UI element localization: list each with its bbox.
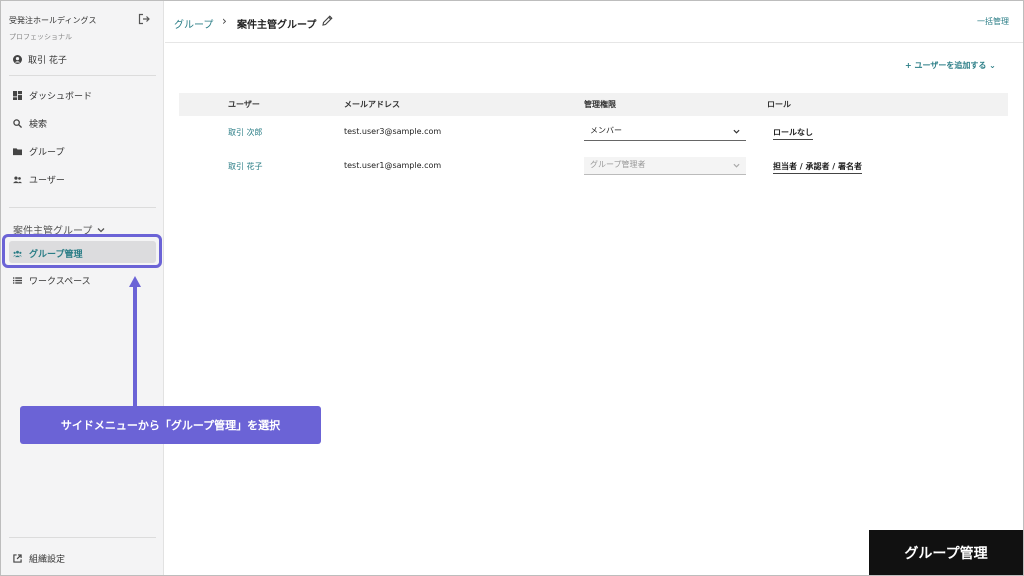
chevron-down-icon bbox=[733, 129, 740, 134]
external-link-icon bbox=[13, 554, 22, 563]
page-title: 案件主管グループ bbox=[237, 20, 317, 31]
table-row: 取引 次郎 test.user3@sample.com メンバー ロールなし bbox=[179, 116, 1008, 150]
sidebar-item-label: 検索 bbox=[29, 120, 48, 130]
column-header-role: ロール bbox=[767, 100, 791, 109]
sidebar-divider bbox=[9, 75, 156, 76]
permission-select[interactable]: メンバー bbox=[584, 123, 746, 141]
sidebar-item-label: ダッシュボード bbox=[29, 92, 93, 102]
sidebar-divider bbox=[9, 537, 156, 538]
chevron-down-icon bbox=[97, 227, 105, 232]
org-plan: プロフェッショナル bbox=[9, 33, 72, 41]
sidebar-item-dashboard[interactable]: ダッシュボード bbox=[13, 89, 92, 102]
breadcrumb-separator: › bbox=[222, 14, 227, 28]
dashboard-icon bbox=[13, 91, 22, 100]
sidebar-item-label: グループ bbox=[29, 148, 65, 158]
breadcrumb-group-link[interactable]: グループ bbox=[174, 16, 213, 31]
column-header-permission: 管理権限 bbox=[584, 100, 616, 109]
annotation-arrow-line bbox=[133, 286, 137, 408]
role-link[interactable]: ロールなし bbox=[773, 127, 813, 140]
sidebar-item-search[interactable]: 検索 bbox=[13, 117, 47, 130]
members-table: ユーザー メールアドレス 管理権限 ロール 取引 次郎 test.user3@s… bbox=[179, 93, 1008, 184]
role-link[interactable]: 担当者 / 承認者 / 署名者 bbox=[773, 161, 862, 174]
pencil-icon[interactable] bbox=[322, 15, 333, 26]
sidebar-divider bbox=[9, 207, 156, 208]
user-email: test.user3@sample.com bbox=[344, 127, 442, 136]
chevron-down-icon bbox=[733, 163, 740, 168]
bulk-manage-link[interactable]: 一括管理 bbox=[977, 16, 1009, 27]
annotation-callout: サイドメニューから「グループ管理」を選択 bbox=[20, 406, 321, 444]
sidebar-item-users[interactable]: ユーザー bbox=[13, 173, 65, 186]
sidebar-item-label: ワークスペース bbox=[29, 277, 91, 287]
sidebar-item-group[interactable]: グループ bbox=[13, 145, 64, 158]
table-row: 取引 花子 test.user1@sample.com グループ管理者 担当者 … bbox=[179, 150, 1008, 184]
logout-icon[interactable] bbox=[138, 13, 150, 25]
current-user-name: 取引 花子 bbox=[28, 56, 67, 66]
sidebar-item-org-settings[interactable]: 組織設定 bbox=[13, 552, 65, 565]
sidebar-item-label: 組織設定 bbox=[29, 555, 66, 565]
folder-icon bbox=[13, 148, 22, 156]
sidebar-item-label: ユーザー bbox=[29, 176, 65, 186]
permission-select-disabled: グループ管理者 bbox=[584, 157, 746, 175]
user-circle-icon bbox=[13, 55, 22, 64]
user-name-link[interactable]: 取引 花子 bbox=[228, 161, 263, 172]
org-name: 受発注ホールディングス bbox=[9, 16, 97, 25]
permission-value: メンバー bbox=[590, 126, 622, 135]
table-header: ユーザー メールアドレス 管理権限 ロール bbox=[179, 93, 1008, 116]
column-header-user: ユーザー bbox=[228, 100, 260, 109]
sidebar: 受発注ホールディングス プロフェッショナル 取引 花子 ダッシュボード 検索 グ… bbox=[1, 1, 164, 575]
highlight-frame bbox=[2, 234, 162, 268]
list-icon bbox=[13, 277, 22, 284]
user-email: test.user1@sample.com bbox=[344, 161, 442, 170]
user-name-link[interactable]: 取引 次郎 bbox=[228, 127, 263, 138]
column-header-email: メールアドレス bbox=[344, 100, 400, 109]
sidebar-item-workspace[interactable]: ワークスペース bbox=[13, 274, 91, 287]
search-icon bbox=[13, 119, 22, 128]
users-icon bbox=[13, 176, 22, 184]
add-user-button[interactable]: + ユーザーを追加する ⌄ bbox=[905, 60, 996, 71]
permission-value: グループ管理者 bbox=[590, 160, 646, 169]
current-user[interactable]: 取引 花子 bbox=[13, 53, 67, 66]
page-header: グループ › 案件主管グループ 一括管理 bbox=[165, 1, 1023, 43]
caption-label: グループ管理 bbox=[869, 530, 1023, 575]
